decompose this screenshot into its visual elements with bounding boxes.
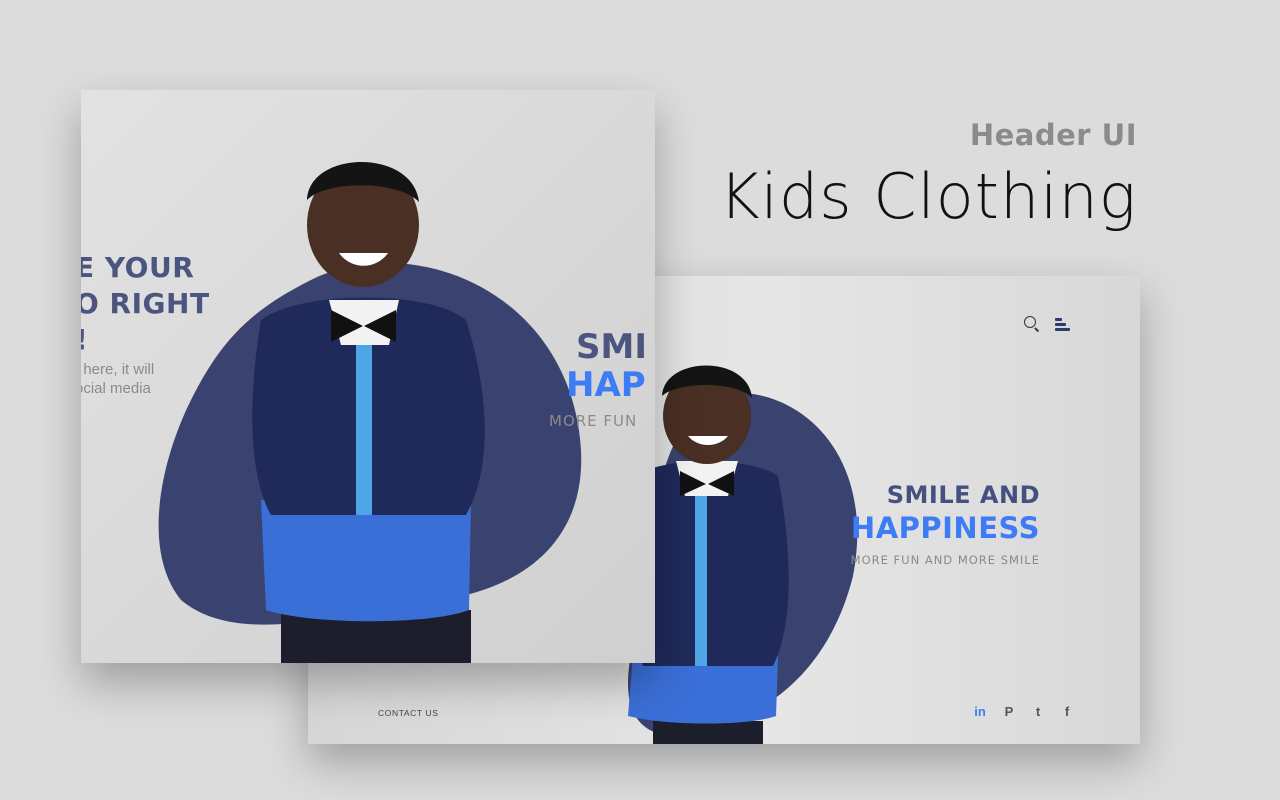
pinterest-icon[interactable]: P — [1002, 704, 1016, 719]
hero-headline-line1: SMILE AND — [886, 481, 1040, 509]
front-right-line1: SMI — [576, 327, 647, 367]
front-left-body: t here, it will ocial media — [81, 360, 154, 398]
front-right-subtitle: MORE FUN — [549, 412, 638, 430]
hero-copy: SMILE AND HAPPINESS MORE FUN AND MORE SM… — [851, 479, 1040, 567]
linkedin-icon[interactable]: in — [973, 704, 987, 719]
page-heading: Header UI Kids Clothing — [719, 118, 1137, 233]
front-right-line2: HAP — [566, 365, 646, 405]
header-mockup-front: E YOUR O RIGHT ! t here, it will ocial m… — [81, 90, 655, 663]
hero-headline-line2: HAPPINESS — [850, 511, 1040, 545]
front-hero-photo — [158, 162, 582, 663]
heading-title: Kids Clothing — [718, 160, 1137, 233]
hero-subtitle: MORE FUN AND MORE SMILE — [850, 553, 1040, 567]
facebook-icon[interactable]: f — [1060, 704, 1074, 719]
menu-icon[interactable] — [1054, 314, 1072, 332]
social-links: in P t f — [973, 704, 1074, 719]
front-body-line1: t here, it will — [81, 361, 155, 378]
contact-us-link[interactable]: CONTACT US — [378, 708, 438, 718]
header-nav-icons — [1022, 314, 1072, 332]
heading-eyebrow: Header UI — [969, 118, 1137, 152]
front-right-headline: SMI HAP MORE FUN — [549, 328, 647, 430]
twitter-icon[interactable]: t — [1031, 704, 1045, 719]
search-icon[interactable] — [1022, 314, 1040, 332]
front-body-line2: ocial media — [81, 380, 151, 397]
